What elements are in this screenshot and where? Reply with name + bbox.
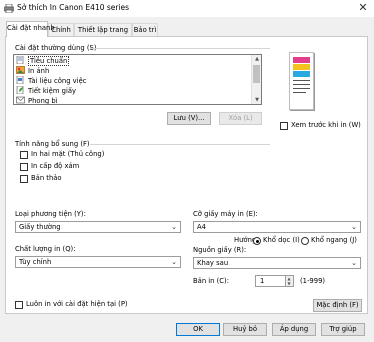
print-quality-label: Chất lượng in (Q):: [15, 245, 76, 253]
page-preview: [289, 52, 314, 110]
photo-icon: [16, 66, 25, 74]
preview-before-print-checkbox[interactable]: [280, 122, 288, 130]
grayscale-checkbox[interactable]: [20, 163, 28, 171]
help-button[interactable]: Trợ giúp: [321, 323, 365, 336]
paper-size-select[interactable]: A4 ⌄: [193, 221, 361, 233]
landscape-label: Khổ ngang (J): [311, 236, 357, 244]
paper-source-value: Khay sau: [197, 259, 229, 267]
always-print-checkbox[interactable]: [15, 301, 23, 309]
list-item-label: Tiêu chuẩn: [28, 56, 70, 66]
cancel-button[interactable]: Huỷ bỏ: [223, 323, 267, 336]
paper-source-label: Nguồn giấy (R):: [193, 246, 247, 254]
copies-range: (1-999): [300, 277, 326, 285]
dropdown-arrow-icon: ⌄: [171, 223, 177, 231]
tab-maintenance[interactable]: Bảo trì: [132, 23, 158, 36]
preview-line: [293, 88, 310, 89]
media-type-value: Giấy thường: [19, 223, 61, 231]
preview-before-print-label: Xem trước khi in (W): [291, 121, 361, 129]
dropdown-arrow-icon: ⌄: [351, 223, 357, 231]
list-item-label: In ảnh: [28, 67, 50, 75]
list-item[interactable]: Tiêu chuẩn: [16, 56, 72, 66]
copies-stepper[interactable]: ▲ ▼: [286, 275, 294, 287]
common-settings-label: Cài đặt thường dùng (S): [15, 44, 97, 52]
delete-button[interactable]: Xóa (L): [219, 112, 262, 125]
additional-features-label: Tính năng bổ sung (F): [15, 140, 90, 148]
portrait-radio[interactable]: [253, 237, 261, 245]
preview-block: [293, 57, 310, 63]
eco-icon: [16, 86, 24, 94]
copies-value: 1: [260, 277, 265, 285]
dropdown-arrow-icon: ⌄: [171, 258, 177, 266]
list-item[interactable]: Tiết kiệm giấy: [16, 86, 79, 96]
tab-page-setup[interactable]: Thiết lập trang: [74, 23, 132, 36]
landscape-radio[interactable]: [301, 237, 309, 245]
duplex-manual-label: In hai mặt (Thủ công): [31, 150, 105, 158]
paper-size-value: A4: [197, 223, 206, 231]
print-quality-value: Tùy chỉnh: [19, 258, 52, 266]
preview-line: [293, 80, 310, 81]
copies-input[interactable]: 1: [255, 275, 286, 287]
list-scrollbar[interactable]: ▲ ▼: [251, 55, 261, 104]
close-icon[interactable]: ✕: [356, 2, 370, 14]
document-icon: [16, 76, 24, 84]
portrait-label: Khổ dọc (I): [263, 236, 300, 244]
scroll-thumb[interactable]: [253, 65, 260, 83]
group-divider: [90, 48, 270, 49]
paper-size-label: Cỡ giấy máy in (E):: [193, 210, 258, 218]
scroll-up-icon[interactable]: ▲: [252, 56, 261, 62]
tab-quick-setup[interactable]: Cài đặt nhanh: [6, 21, 55, 37]
spin-down-icon[interactable]: ▼: [285, 281, 293, 286]
list-item-label: Tiết kiệm giấy: [28, 87, 77, 95]
save-button[interactable]: Lưu (V)...: [167, 112, 211, 125]
list-item-label: Phong bì: [28, 97, 58, 105]
dropdown-arrow-icon: ⌄: [351, 259, 357, 267]
grayscale-label: In cấp độ xám: [31, 162, 80, 170]
standard-icon: [16, 56, 24, 64]
printer-icon: [4, 4, 14, 13]
preview-line: [293, 92, 306, 93]
group-divider: [90, 144, 270, 145]
preview-block: [293, 71, 310, 77]
draft-checkbox[interactable]: [20, 175, 28, 183]
media-type-select[interactable]: Giấy thường ⌄: [15, 221, 181, 233]
list-item[interactable]: In ảnh: [16, 66, 52, 76]
title-bar: Sở thích In Canon E410 series ✕: [0, 0, 374, 17]
list-item[interactable]: Phong bì: [16, 96, 61, 105]
list-item-label: Tài liệu công việc: [28, 77, 87, 85]
apply-button[interactable]: Áp dụng: [272, 323, 316, 336]
media-type-label: Loại phương tiện (Y):: [15, 210, 86, 218]
common-settings-list[interactable]: Tiêu chuẩn In ảnh Tài liệu công việc Tiế…: [13, 54, 262, 105]
duplex-manual-checkbox[interactable]: [20, 151, 28, 159]
print-quality-select[interactable]: Tùy chỉnh ⌄: [15, 256, 181, 268]
copies-label: Bản in (C):: [193, 277, 229, 285]
window-title: Sở thích In Canon E410 series: [17, 3, 130, 12]
paper-source-select[interactable]: Khay sau ⌄: [193, 257, 361, 269]
preview-line: [293, 84, 310, 85]
always-print-label: Luôn in với cài đặt hiện tại (P): [26, 300, 128, 308]
preview-block: [293, 64, 310, 70]
draft-label: Bản thảo: [31, 174, 62, 182]
ok-button[interactable]: OK: [176, 323, 220, 336]
scroll-down-icon[interactable]: ▼: [252, 97, 261, 103]
list-item[interactable]: Tài liệu công việc: [16, 76, 90, 86]
envelope-icon: [16, 96, 25, 104]
defaults-button[interactable]: Mặc định (F): [313, 299, 362, 312]
